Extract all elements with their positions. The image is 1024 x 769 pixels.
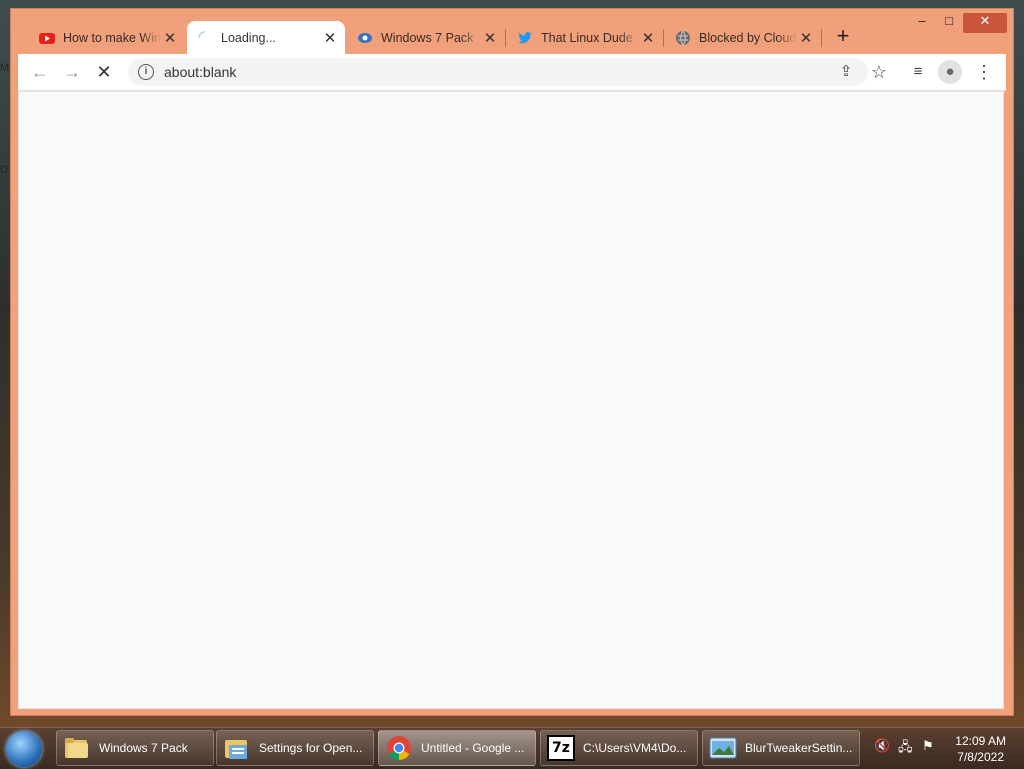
taskbar-item-label: BlurTweakerSettin... (745, 741, 853, 755)
7zip-icon: 7z (547, 734, 575, 762)
taskbar-item-7zip[interactable]: 7z C:\Users\VM4\Do... (540, 730, 698, 766)
browser-toolbar: ← → ✕ i about:blank ⇪ ☆ ≡ ● ⋮ (18, 54, 1006, 91)
taskbar-item-label: Windows 7 Pack (99, 741, 188, 755)
close-window-button[interactable]: ✕ (963, 13, 1007, 33)
bookmark-star-icon[interactable]: ☆ (867, 60, 891, 84)
page-content[interactable] (18, 91, 1004, 709)
7zip-logo-text: 7z (547, 735, 575, 761)
chrome-icon (385, 734, 413, 762)
blurtweaker-icon (709, 734, 737, 762)
browser-window: How to make Win ✕ Loading... ✕ Windows 7… (10, 8, 1014, 716)
tab-separator (505, 29, 506, 47)
taskbar-item-label: Untitled - Google ... (421, 741, 525, 755)
action-center-flag-icon[interactable]: ⚑ (922, 738, 934, 754)
address-bar[interactable]: i about:blank (128, 58, 868, 86)
start-button[interactable] (6, 731, 42, 767)
tab-separator (663, 29, 664, 47)
loading-spinner-icon (198, 30, 206, 38)
volume-muted-icon[interactable]: 🔇 (874, 738, 890, 754)
clock-date: 7/8/2022 (957, 750, 1004, 764)
minimize-button[interactable]: – (908, 13, 936, 33)
site-icon (358, 32, 372, 43)
tab-title: Blocked by Cloud (699, 30, 797, 45)
tab-windows7pack[interactable]: Windows 7 Pack ✕ (347, 21, 505, 54)
desktop-icon-label-d: D (0, 164, 8, 176)
tab-loading[interactable]: Loading... ✕ (187, 21, 345, 54)
globe-icon (676, 30, 690, 45)
profile-avatar-icon[interactable]: ● (938, 60, 962, 84)
tab-cloudflare[interactable]: Blocked by Cloud ✕ (665, 21, 821, 54)
info-icon[interactable]: i (138, 64, 154, 80)
taskbar: Windows 7 Pack Settings for Open... Unti… (0, 727, 1024, 769)
menu-icon[interactable]: ⋮ (972, 60, 996, 84)
taskbar-item-label: Settings for Open... (259, 741, 363, 755)
tab-title: That Linux Dude (541, 30, 633, 45)
taskbar-item-settings[interactable]: Settings for Open... (216, 730, 374, 766)
tab-twitter[interactable]: That Linux Dude ✕ (507, 21, 663, 54)
folder-icon (63, 734, 91, 762)
url-text[interactable]: about:blank (164, 64, 236, 80)
tab-title: How to make Win (63, 30, 161, 45)
taskbar-item-windows7pack[interactable]: Windows 7 Pack (56, 730, 214, 766)
youtube-icon (39, 32, 55, 44)
taskbar-item-label: C:\Users\VM4\Do... (583, 741, 687, 755)
close-tab-icon[interactable]: ✕ (481, 29, 499, 47)
stop-loading-button[interactable]: ✕ (92, 60, 116, 84)
clock-time: 12:09 AM (955, 734, 1006, 748)
new-tab-button[interactable]: + (831, 24, 855, 48)
tab-youtube[interactable]: How to make Win ✕ (29, 21, 185, 54)
close-tab-icon[interactable]: ✕ (161, 29, 179, 47)
tab-title: Windows 7 Pack (381, 30, 474, 45)
taskbar-item-chrome[interactable]: Untitled - Google ... (378, 730, 536, 766)
media-control-icon[interactable]: ≡ (906, 60, 930, 84)
close-tab-icon[interactable]: ✕ (639, 29, 657, 47)
tab-title: Loading... (221, 30, 276, 45)
system-clock[interactable]: 12:09 AM 7/8/2022 (955, 733, 1006, 765)
back-button[interactable]: ← (28, 60, 52, 84)
twitter-icon (518, 31, 532, 43)
share-icon[interactable]: ⇪ (834, 60, 858, 84)
desktop-icon-label-m: M (0, 62, 10, 74)
close-tab-icon[interactable]: ✕ (321, 29, 339, 47)
forward-button[interactable]: → (60, 60, 84, 84)
settings-folder-icon (223, 734, 251, 762)
network-icon[interactable]: 🖧 (898, 738, 913, 760)
maximize-button[interactable]: □ (935, 13, 963, 33)
tab-separator (821, 29, 822, 47)
tab-strip: How to make Win ✕ Loading... ✕ Windows 7… (11, 9, 1013, 54)
close-tab-icon[interactable]: ✕ (797, 29, 815, 47)
taskbar-item-blurtweaker[interactable]: BlurTweakerSettin... (702, 730, 860, 766)
